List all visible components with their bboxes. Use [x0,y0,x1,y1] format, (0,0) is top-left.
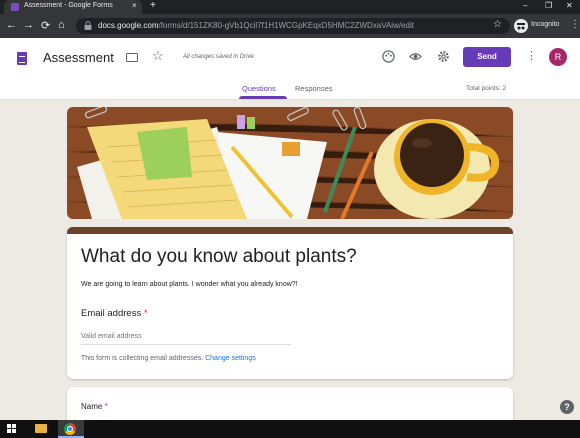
name-question-label: Name * [81,402,108,411]
close-window-button[interactable]: ✕ [566,1,573,10]
avatar[interactable]: R [549,48,567,66]
file-explorer-icon[interactable] [35,424,47,433]
browser-toolbar: ← → ⟳ ⌂ docs.google.com/forms/d/151ZK80-… [0,14,580,38]
incognito-label: Incognito [531,21,560,28]
chrome-icon[interactable] [64,423,76,435]
star-icon[interactable]: ☆ [152,48,164,64]
email-field[interactable]: Valid email address [81,330,291,345]
forms-header: Assessment ☆ All changes saved in Drive … [0,38,580,100]
tab-questions[interactable]: Questions [242,84,276,93]
active-tab-indicator [239,96,287,99]
address-bar[interactable]: docs.google.com/forms/d/151ZK80-gVb1Qcil… [76,18,510,34]
tab-title: Assessment - Google Forms [24,2,113,9]
folder-icon[interactable] [126,53,138,62]
forms-favicon-icon [11,3,19,11]
incognito-icon[interactable] [514,19,528,33]
form-header-card[interactable]: What do you know about plants? We are go… [67,227,513,379]
form-name[interactable]: Assessment [43,50,114,65]
url-text: docs.google.com/forms/d/151ZK80-gVb1Qcil… [98,21,414,30]
form-title[interactable]: What do you know about plants? [81,246,357,268]
total-points: Total points: 2 [466,85,507,92]
home-button[interactable]: ⌂ [58,19,65,31]
kebab-icon[interactable]: ⋮ [526,49,537,62]
chrome-menu-icon[interactable]: ⋮ [570,19,580,30]
form-description[interactable]: We are going to learn about plants. I wo… [81,281,298,288]
email-question-label: Email address * [81,308,148,319]
gear-icon[interactable] [437,50,450,63]
send-button[interactable]: Send [463,47,511,67]
bookmark-star-icon[interactable]: ☆ [493,19,502,30]
collect-email-note: This form is collecting email addresses.… [81,355,256,362]
card-accent-bar [67,227,513,234]
forms-doc-icon[interactable] [17,52,27,65]
windows-start-icon[interactable] [7,424,17,434]
browser-tab[interactable]: Assessment - Google Forms × [4,0,142,14]
tab-responses[interactable]: Responses [295,84,333,93]
new-tab-button[interactable]: + [150,0,156,11]
browser-tab-strip: Assessment - Google Forms × + – ❐ ✕ [0,0,580,14]
palette-icon[interactable] [382,50,395,63]
minimize-button[interactable]: – [523,1,527,10]
taskbar [0,420,580,438]
save-status: All changes saved in Drive [183,54,254,60]
theme-banner-image [67,107,513,219]
reload-button[interactable]: ⟳ [41,19,50,32]
required-mark: * [143,308,148,319]
eye-icon[interactable] [409,50,422,63]
restore-button[interactable]: ❐ [545,1,552,10]
lock-icon [84,21,92,30]
back-button[interactable]: ← [6,19,17,31]
forward-button[interactable]: → [23,19,34,31]
change-settings-link[interactable]: Change settings [205,355,256,362]
help-icon[interactable]: ? [560,400,574,414]
tab-close-icon[interactable]: × [132,1,137,10]
